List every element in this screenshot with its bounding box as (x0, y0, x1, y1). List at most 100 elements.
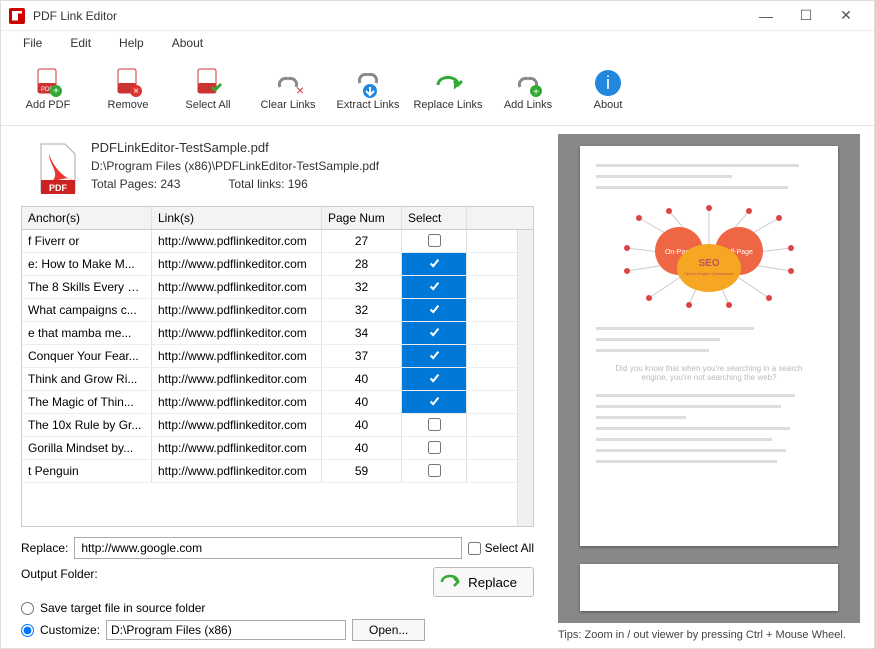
save-source-radio[interactable] (21, 602, 34, 615)
row-checkbox[interactable] (428, 303, 441, 316)
select-all-checkbox[interactable] (468, 542, 481, 555)
col-select[interactable]: Select (402, 207, 467, 229)
extract-links-button[interactable]: Extract Links (331, 59, 405, 119)
replace-links-label: Replace Links (413, 99, 482, 111)
row-checkbox[interactable] (428, 464, 441, 477)
cell-select (402, 460, 467, 482)
menu-about[interactable]: About (158, 32, 217, 54)
select-all-button[interactable]: Select All (171, 59, 245, 119)
add-pdf-icon: PDF+ (32, 67, 64, 99)
cell-select (402, 276, 467, 298)
select-all-label-bottom: Select All (485, 541, 534, 555)
add-pdf-label: Add PDF (26, 99, 71, 111)
row-checkbox[interactable] (428, 349, 441, 362)
table-row[interactable]: Gorilla Mindset by...http://www.pdflinke… (22, 437, 533, 460)
cell-select (402, 368, 467, 390)
clear-links-label: Clear Links (260, 99, 315, 111)
row-checkbox[interactable] (428, 418, 441, 431)
cell-select (402, 299, 467, 321)
table-row[interactable]: The 8 Skills Every S...http://www.pdflin… (22, 276, 533, 299)
about-label: About (594, 99, 623, 111)
replace-input[interactable] (74, 537, 461, 559)
preview-page-2 (580, 564, 838, 611)
table-row[interactable]: The Magic of Thin...http://www.pdflinked… (22, 391, 533, 414)
menu-help[interactable]: Help (105, 32, 158, 54)
svg-text:×: × (296, 82, 304, 98)
cell-link: http://www.pdflinkeditor.com (152, 368, 322, 390)
table-row[interactable]: Think and Grow Ri...http://www.pdflinked… (22, 368, 533, 391)
cell-page: 59 (322, 460, 402, 482)
clear-links-button[interactable]: × Clear Links (251, 59, 325, 119)
customize-path-input[interactable] (106, 620, 346, 640)
close-button[interactable]: ✕ (826, 2, 866, 30)
cell-anchor: The Magic of Thin... (22, 391, 152, 413)
row-checkbox[interactable] (428, 280, 441, 293)
cell-anchor: The 10x Rule by Gr... (22, 414, 152, 436)
table-row[interactable]: What campaigns c...http://www.pdflinkedi… (22, 299, 533, 322)
cell-select (402, 414, 467, 436)
table-row[interactable]: Conquer Your Fear...http://www.pdflinked… (22, 345, 533, 368)
about-icon: i (592, 67, 624, 99)
cell-page: 28 (322, 253, 402, 275)
replace-links-button[interactable]: Replace Links (411, 59, 485, 119)
table-row[interactable]: f Fiverr orhttp://www.pdflinkeditor.com2… (22, 230, 533, 253)
pdf-file-icon: PDF (21, 140, 91, 196)
seo-diagram: On-Page Off-Page SEOSearch Engine Optimi… (609, 203, 809, 313)
svg-text:SEO: SEO (698, 258, 719, 269)
window-title: PDF Link Editor (33, 9, 746, 23)
cell-page: 40 (322, 368, 402, 390)
row-checkbox[interactable] (428, 372, 441, 385)
svg-text:+: + (533, 87, 539, 98)
row-checkbox[interactable] (428, 441, 441, 454)
cell-select (402, 345, 467, 367)
cell-anchor: The 8 Skills Every S... (22, 276, 152, 298)
svg-text:×: × (133, 86, 139, 97)
file-path: D:\Program Files (x86)\PDFLinkEditor-Tes… (91, 159, 534, 173)
row-checkbox[interactable] (428, 326, 441, 339)
links-table: Anchor(s) Link(s) Page Num Select f Five… (21, 206, 534, 527)
open-button[interactable]: Open... (352, 619, 425, 641)
about-button[interactable]: i About (571, 59, 645, 119)
row-checkbox[interactable] (428, 395, 441, 408)
app-icon (9, 8, 25, 24)
cell-link: http://www.pdflinkeditor.com (152, 276, 322, 298)
cell-anchor: Gorilla Mindset by... (22, 437, 152, 459)
customize-label: Customize: (40, 623, 100, 637)
scrollbar[interactable] (517, 230, 533, 526)
cell-select (402, 322, 467, 344)
minimize-button[interactable]: — (746, 2, 786, 30)
add-links-button[interactable]: + Add Links (491, 59, 565, 119)
table-row[interactable]: e that mamba me...http://www.pdflinkedit… (22, 322, 533, 345)
total-links: Total links: 196 (228, 177, 307, 191)
preview-page-1: On-Page Off-Page SEOSearch Engine Optimi… (580, 146, 838, 546)
cell-anchor: Think and Grow Ri... (22, 368, 152, 390)
cell-anchor: e that mamba me... (22, 322, 152, 344)
cell-page: 37 (322, 345, 402, 367)
add-links-label: Add Links (504, 99, 552, 111)
file-name: PDFLinkEditor-TestSample.pdf (91, 140, 534, 155)
cell-select (402, 391, 467, 413)
table-row[interactable]: t Penguinhttp://www.pdflinkeditor.com59 (22, 460, 533, 483)
col-anchor[interactable]: Anchor(s) (22, 207, 152, 229)
remove-icon: × (112, 67, 144, 99)
cell-link: http://www.pdflinkeditor.com (152, 391, 322, 413)
replace-button[interactable]: Replace (433, 567, 534, 597)
row-checkbox[interactable] (428, 257, 441, 270)
replace-label: Replace: (21, 541, 68, 555)
cell-page: 32 (322, 299, 402, 321)
cell-page: 40 (322, 414, 402, 436)
add-links-icon: + (512, 67, 544, 99)
table-row[interactable]: The 10x Rule by Gr...http://www.pdflinke… (22, 414, 533, 437)
col-link[interactable]: Link(s) (152, 207, 322, 229)
menu-file[interactable]: File (9, 32, 56, 54)
cell-link: http://www.pdflinkeditor.com (152, 322, 322, 344)
row-checkbox[interactable] (428, 234, 441, 247)
table-row[interactable]: e: How to Make M...http://www.pdflinkedi… (22, 253, 533, 276)
add-pdf-button[interactable]: PDF+ Add PDF (11, 59, 85, 119)
remove-button[interactable]: × Remove (91, 59, 165, 119)
pdf-preview[interactable]: On-Page Off-Page SEOSearch Engine Optimi… (558, 134, 860, 623)
customize-radio[interactable] (21, 624, 34, 637)
maximize-button[interactable]: ☐ (786, 2, 826, 30)
menu-edit[interactable]: Edit (56, 32, 105, 54)
col-pagenum[interactable]: Page Num (322, 207, 402, 229)
